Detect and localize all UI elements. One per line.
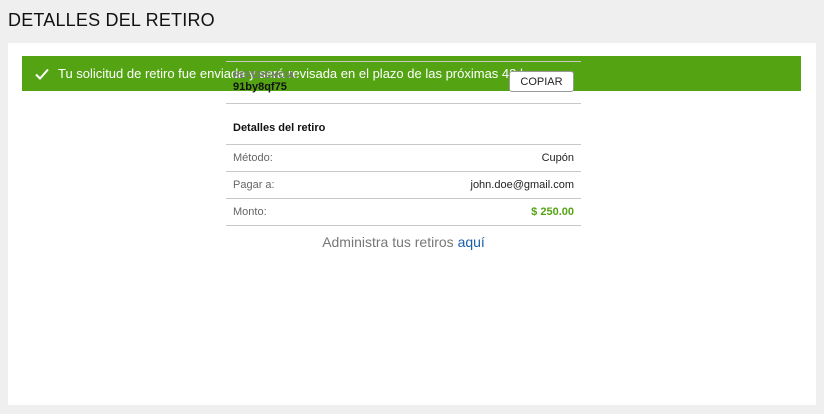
reference-label: REFERENCIA: bbox=[233, 70, 298, 80]
detail-value: john.doe@gmail.com bbox=[470, 179, 575, 191]
detail-key: Método: bbox=[233, 152, 273, 164]
detail-key: Monto: bbox=[233, 206, 267, 218]
page-title: DETALLES DEL RETIRO bbox=[8, 10, 215, 30]
reference-row: REFERENCIA: 91by8qf75 COPIAR bbox=[226, 61, 581, 104]
detail-key: Pagar a: bbox=[233, 179, 275, 191]
withdrawal-card: REFERENCIA: 91by8qf75 COPIAR Detalles de… bbox=[226, 61, 581, 226]
copy-button[interactable]: COPIAR bbox=[509, 71, 574, 92]
detail-row-payee: Pagar a: john.doe@gmail.com bbox=[226, 172, 581, 199]
amount-value: $ 250.00 bbox=[531, 206, 574, 218]
reference-value: 91by8qf75 bbox=[233, 81, 287, 93]
manage-withdrawals-line: Administra tus retiros aquí bbox=[226, 234, 581, 250]
detail-row-amount: Monto: $ 250.00 bbox=[226, 199, 581, 226]
detail-row-method: Método: Cupón bbox=[226, 145, 581, 172]
detail-value: Cupón bbox=[541, 152, 574, 164]
manage-text: Administra tus retiros bbox=[322, 234, 458, 250]
check-icon bbox=[35, 68, 49, 80]
details-title: Detalles del retiro bbox=[226, 104, 581, 145]
manage-withdrawals-link[interactable]: aquí bbox=[458, 234, 485, 250]
